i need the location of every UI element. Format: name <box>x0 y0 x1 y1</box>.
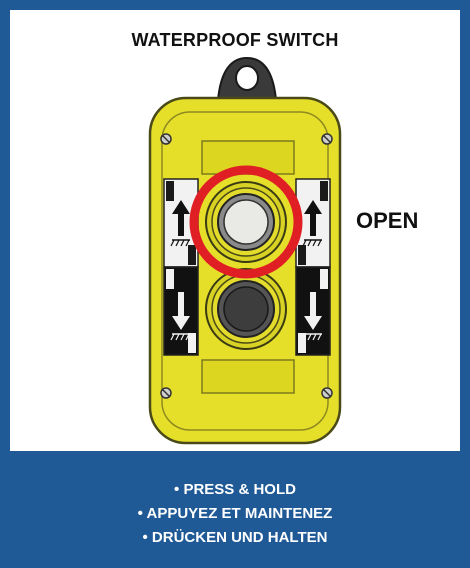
instruction-line: • PRESS & HOLD <box>174 481 296 498</box>
instruction-line: • DRÜCKEN UND HALTEN <box>142 529 328 546</box>
right-direction-strip <box>295 178 331 356</box>
instruction-line: • APPUYEZ ET MAINTENEZ <box>137 505 333 522</box>
up-open-button[interactable] <box>205 181 287 263</box>
down-close-button[interactable] <box>205 268 287 350</box>
instructions: • PRESS & HOLD • APPUYEZ ET MAINTENEZ • … <box>0 478 470 550</box>
open-label: OPEN <box>356 208 419 233</box>
hanging-loop-icon <box>216 56 278 101</box>
